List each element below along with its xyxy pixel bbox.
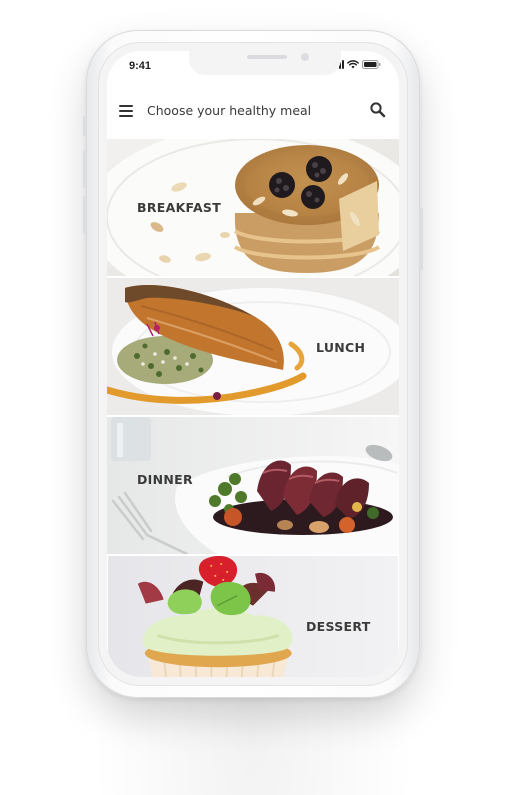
silent-switch [83, 116, 87, 136]
meal-label-breakfast: BREAKFAST [137, 200, 222, 215]
battery-icon [362, 60, 381, 69]
status-time: 9:41 [129, 60, 152, 72]
wifi-icon [347, 60, 359, 69]
volume-down-button [83, 196, 87, 234]
meal-label-dinner: DINNER [137, 472, 193, 487]
app-header: Choose your healthy meal [107, 97, 399, 137]
mockup-stage: 9:41 Choose your healthy meal BREAKFAST … [0, 0, 506, 795]
meal-card-breakfast[interactable]: BREAKFAST [107, 139, 399, 276]
meal-card-lunch[interactable]: LUNCH [107, 278, 399, 415]
meal-list: BREAKFAST LUNCH DINNER DESSERT [107, 139, 399, 677]
volume-up-button [83, 150, 87, 188]
power-button [419, 208, 423, 270]
front-camera [301, 53, 309, 61]
page-title: Choose your healthy meal [147, 103, 312, 118]
meal-label-lunch: LUNCH [316, 340, 366, 355]
speaker-grille [247, 55, 287, 59]
phone-screen: 9:41 Choose your healthy meal BREAKFAST … [107, 51, 399, 677]
meal-card-dinner[interactable]: DINNER [107, 417, 399, 554]
search-icon[interactable] [369, 101, 387, 119]
notch [189, 51, 341, 75]
phone-frame: 9:41 Choose your healthy meal BREAKFAST … [83, 30, 423, 698]
meal-label-dessert: DESSERT [306, 619, 371, 634]
cupcake-image [108, 556, 398, 677]
hamburger-menu-icon[interactable] [119, 105, 133, 117]
meal-card-dessert[interactable]: DESSERT [107, 556, 399, 677]
